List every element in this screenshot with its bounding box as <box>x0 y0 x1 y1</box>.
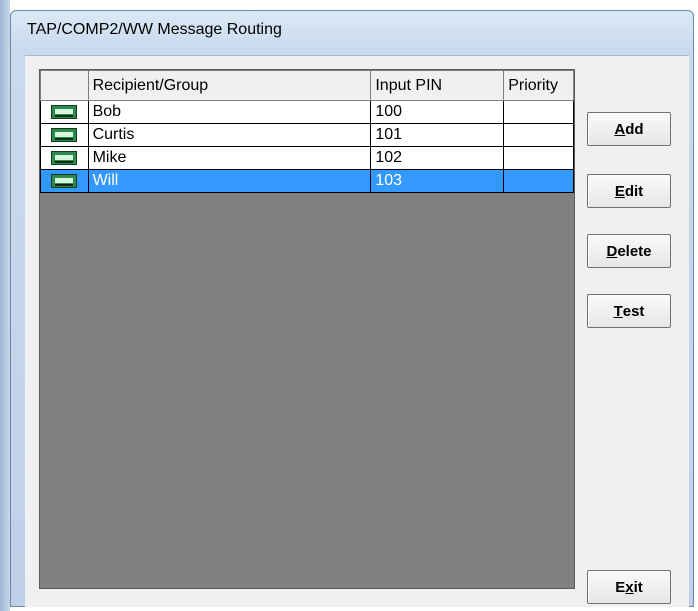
pager-icon <box>51 104 78 119</box>
recipient-cell: Mike <box>87 146 372 170</box>
routing-list[interactable]: Recipient/Group Input PIN Priority Bob 1… <box>39 69 575 589</box>
pin-cell: 103 <box>370 169 505 193</box>
accelerator-key: T <box>613 302 623 320</box>
accelerator-key: D <box>606 242 618 260</box>
desktop-frame <box>0 0 10 611</box>
table-row[interactable]: Mike 102 <box>40 146 574 170</box>
window-title: TAP/COMP2/WW Message Routing <box>27 21 282 38</box>
button-label: it <box>633 578 643 596</box>
routing-table: Recipient/Group Input PIN Priority Bob 1… <box>40 70 574 193</box>
column-header-recipient[interactable]: Recipient/Group <box>87 70 372 101</box>
accelerator-key: E <box>614 182 625 200</box>
accelerator-key: A <box>614 120 626 138</box>
table-row-selected[interactable]: Will 103 <box>40 169 574 193</box>
priority-cell <box>503 146 574 170</box>
pager-icon <box>51 173 78 188</box>
add-button[interactable]: Add <box>587 112 671 146</box>
button-label: dit <box>624 182 644 200</box>
accelerator-key: x <box>625 578 634 596</box>
row-icon-cell <box>40 146 89 170</box>
row-icon-cell <box>40 100 89 124</box>
recipient-cell: Curtis <box>87 123 372 147</box>
column-header-input-pin[interactable]: Input PIN <box>370 70 505 101</box>
column-header-icon[interactable] <box>40 70 89 101</box>
button-label: dd <box>625 120 644 138</box>
table-row[interactable]: Bob 100 <box>40 100 574 124</box>
test-button[interactable]: Test <box>587 294 671 328</box>
delete-button[interactable]: Delete <box>587 234 671 268</box>
message-routing-dialog: TAP/COMP2/WW Message Routing Recipient/G… <box>10 10 694 607</box>
priority-cell <box>503 100 574 124</box>
row-icon-cell <box>40 123 89 147</box>
table-header-row: Recipient/Group Input PIN Priority <box>40 70 574 101</box>
exit-button[interactable]: Ex it <box>587 570 671 604</box>
dialog-client-area: Recipient/Group Input PIN Priority Bob 1… <box>25 55 689 607</box>
priority-cell <box>503 123 574 147</box>
pager-icon <box>51 127 78 142</box>
pin-cell: 102 <box>370 146 505 170</box>
table-row[interactable]: Curtis 101 <box>40 123 574 147</box>
pin-cell: 101 <box>370 123 505 147</box>
pin-cell: 100 <box>370 100 505 124</box>
priority-cell <box>503 169 574 193</box>
pager-icon <box>51 150 78 165</box>
button-label-prefix: E <box>615 578 626 596</box>
button-label: elete <box>617 242 652 260</box>
button-label: est <box>622 302 645 320</box>
recipient-cell: Bob <box>87 100 372 124</box>
recipient-cell: Will <box>87 169 372 193</box>
column-header-priority[interactable]: Priority <box>503 70 574 101</box>
edit-button[interactable]: Edit <box>587 174 671 208</box>
row-icon-cell <box>40 169 89 193</box>
